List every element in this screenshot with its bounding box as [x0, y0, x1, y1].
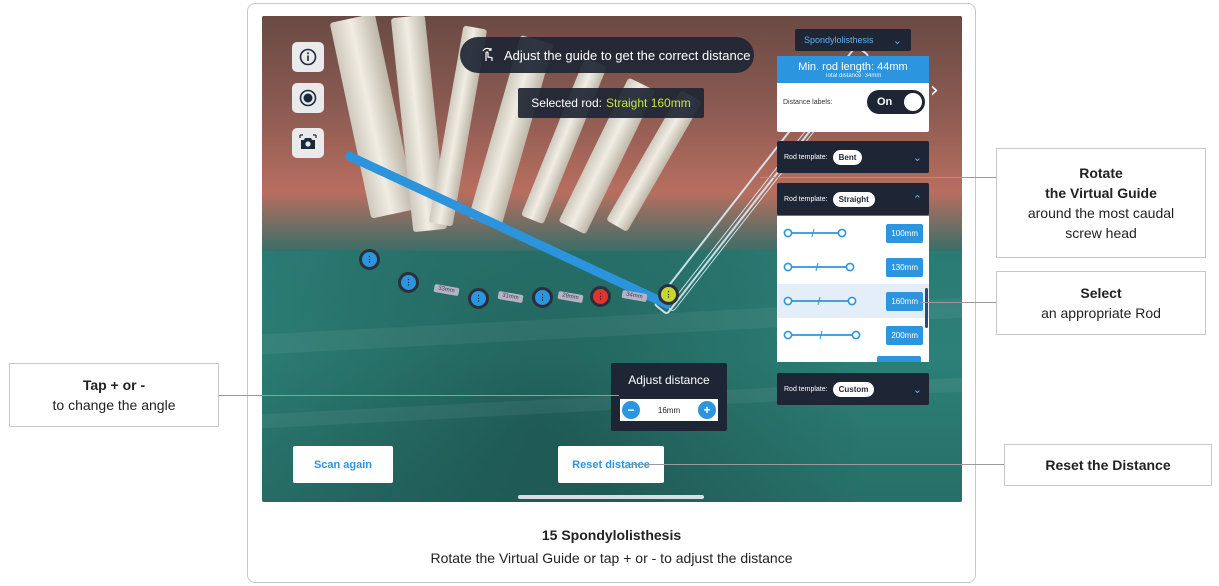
rod-option-selected[interactable]: 160mm [777, 284, 929, 318]
callout-tap-title: Tap + or - [82, 377, 146, 393]
min-rod-length: Min. rod length: 44mm [798, 61, 908, 73]
rod-length: 200mm [886, 325, 923, 345]
adjust-distance-panel: Adjust distance − 16mm + [611, 363, 727, 431]
rod-template-chip: Custom [832, 381, 875, 397]
rod-length: 130mm [886, 257, 923, 277]
callout-tap-body: to change the angle [52, 397, 176, 413]
chevron-down-icon: ⌄ [912, 383, 922, 396]
callout-rotate-title-1: Rotate [1079, 165, 1123, 181]
rod-template-chip: Straight [832, 191, 875, 207]
callout-tap: Tap + or - to change the angle [9, 363, 219, 427]
minus-button[interactable]: − [622, 401, 640, 419]
rod-length: 160mm [886, 291, 923, 311]
callout-select-body: an appropriate Rod [1041, 305, 1161, 321]
rod-template-bent[interactable]: Rod template: Bent ⌄ [777, 141, 929, 173]
record-icon [299, 89, 317, 107]
callout-select-title: Select [1080, 285, 1122, 301]
leader-line [760, 177, 996, 178]
callout-reset: Reset the Distance [1004, 444, 1212, 486]
chevron-down-icon: ⌄ [912, 151, 922, 164]
figure-caption-body: Rotate the Virtual Guide or tap + or - t… [430, 550, 793, 566]
callout-reset-title: Reset the Distance [1045, 457, 1171, 473]
min-rod-header: Min. rod length: 44mm Total distance: 34… [777, 56, 929, 83]
rod-icon [783, 296, 857, 306]
adjust-distance-title: Adjust distance [628, 373, 710, 387]
instruction-banner: Adjust the guide to get the correct dist… [460, 37, 754, 73]
leader-line [219, 395, 619, 396]
touch-rotate-icon [482, 47, 493, 61]
scan-again-button[interactable]: Scan again [293, 446, 393, 483]
screenshot-button[interactable] [292, 128, 324, 158]
camera-icon [299, 134, 317, 149]
procedure-dropdown-label: Spondylolisthesis [804, 35, 874, 45]
rod-option[interactable]: 100mm [777, 216, 929, 250]
distance-labels-toggle[interactable]: On [867, 90, 925, 114]
rod-icon [783, 228, 847, 238]
info-button[interactable] [292, 42, 324, 72]
distance-label: 31mm [497, 290, 524, 304]
distance-labels-label: Distance labels: [783, 98, 833, 106]
screw-head[interactable]: ⋮ [468, 288, 489, 309]
callout-rotate-body-2: screw head [1065, 225, 1137, 241]
rod-template-label: Rod template: [784, 153, 828, 161]
distance-labels-row: Distance labels: On [777, 83, 929, 114]
chevron-down-icon: ⌄ [892, 34, 902, 47]
distance-label: 33mm [433, 283, 460, 297]
panel-next-chevron-icon[interactable]: › [930, 78, 939, 103]
rod-length: 100mm [886, 223, 923, 243]
rod-template-chip: Bent [832, 149, 863, 165]
min-rod-panel: Min. rod length: 44mm Total distance: 34… [777, 56, 929, 132]
rod-template-label: Rod template: [784, 195, 828, 203]
total-distance: Total distance: 34mm [824, 73, 882, 79]
selected-rod-banner: Selected rod: Straight 160mm [518, 88, 704, 118]
screw-head-selected[interactable]: ⋮ [590, 286, 611, 307]
callout-rotate-body-1: around the most caudal [1027, 205, 1175, 221]
home-indicator [518, 495, 704, 499]
rod-template-straight[interactable]: Rod template: Straight ⌃ [777, 183, 929, 215]
record-button[interactable] [292, 83, 324, 113]
screw-head-caudal[interactable]: ⋮ [658, 284, 679, 305]
rod-option[interactable]: 200mm [777, 318, 929, 352]
plus-button[interactable]: + [698, 401, 716, 419]
ar-screen: Adjust the guide to get the correct dist… [262, 16, 962, 502]
distance-stepper: − 16mm + [620, 399, 718, 421]
callout-rotate: Rotate the Virtual Guide around the most… [996, 148, 1206, 258]
figure-caption-title: 15 Spondylolisthesis [541, 527, 682, 543]
callout-select: Select an appropriate Rod [996, 271, 1206, 335]
rod-option[interactable]: 130mm [777, 250, 929, 284]
screw-head[interactable]: ⋮ [532, 287, 553, 308]
selected-rod-value: Straight 160mm [606, 96, 691, 110]
rod-template-custom[interactable]: Rod template: Custom ⌄ [777, 373, 929, 405]
selected-rod-label: Selected rod: [531, 96, 602, 110]
toggle-knob [904, 93, 922, 111]
instruction-text: Adjust the guide to get the correct dist… [504, 47, 751, 63]
rod-icon [783, 262, 855, 272]
callout-rotate-title-2: the Virtual Guide [1045, 185, 1157, 201]
toggle-state: On [877, 96, 893, 108]
info-icon [299, 48, 317, 66]
screw-head[interactable]: ⋮ [398, 272, 419, 293]
distance-label: 29mm [557, 290, 584, 304]
chevron-up-icon: ⌃ [912, 193, 922, 206]
rod-list-scrollbar[interactable] [925, 288, 928, 328]
procedure-dropdown[interactable]: Spondylolisthesis ⌄ [795, 29, 911, 51]
leader-line [630, 464, 1004, 465]
rod-option-partial [877, 356, 921, 362]
rod-icon [783, 330, 861, 340]
screw-head[interactable]: ⋮ [359, 249, 380, 270]
rod-template-label: Rod template: [784, 385, 828, 393]
rod-list: 100mm 130mm 160mm 200mm [777, 216, 929, 362]
distance-value: 16mm [657, 405, 681, 415]
leader-line [920, 302, 996, 303]
